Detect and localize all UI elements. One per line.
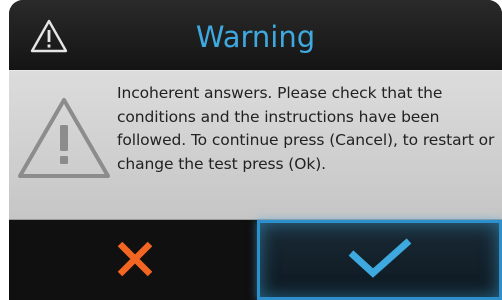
warning-triangle-icon bbox=[18, 98, 110, 178]
close-icon bbox=[117, 241, 153, 277]
dialog-message: Incoherent answers. Please check that th… bbox=[117, 84, 495, 173]
dialog-body: Incoherent answers. Please check that th… bbox=[9, 70, 502, 220]
dialog-title: Warning bbox=[195, 20, 316, 54]
cancel-button[interactable] bbox=[9, 220, 257, 300]
dialog-header: Warning bbox=[9, 0, 502, 70]
warning-dialog: Warning Incoherent answers. Please check… bbox=[9, 0, 502, 300]
checkmark-icon bbox=[348, 238, 412, 278]
ok-button[interactable] bbox=[257, 220, 502, 300]
